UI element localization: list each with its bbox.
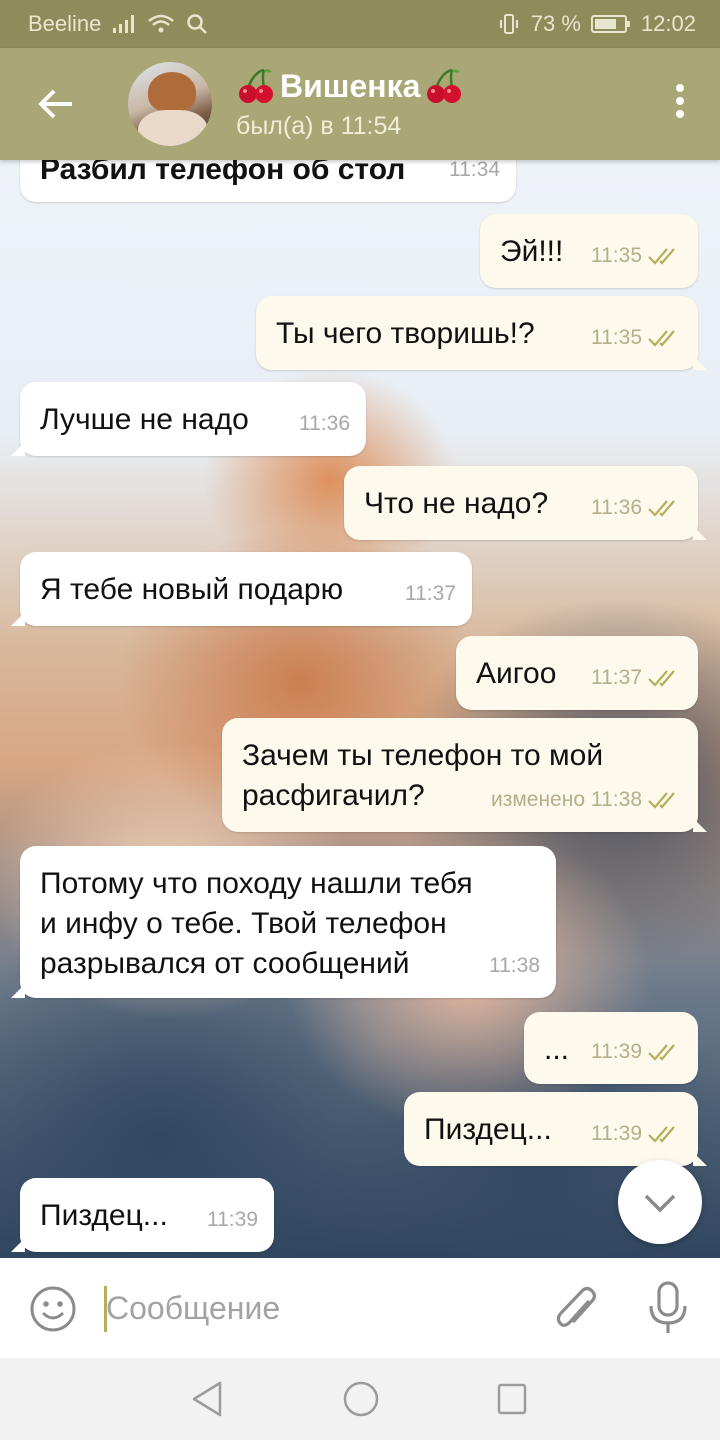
wifi-icon [148, 14, 175, 33]
contact-name: Вишенка [280, 67, 421, 104]
nav-back-icon[interactable] [190, 1380, 226, 1418]
message-outgoing[interactable]: Эй!!! 11:35 [480, 214, 698, 288]
cherry-icon [427, 68, 462, 103]
message-incoming[interactable]: Я тебе новый подарю 11:37 [11, 552, 472, 626]
message-text: Лучше не надо [40, 403, 249, 436]
message-text: Что не надо? [364, 487, 549, 520]
chat-area[interactable]: Разбил телефон об стол 11:34 Эй!!! 11:35… [0, 160, 720, 1258]
message-incoming[interactable]: Лучше не надо 11:36 [11, 382, 366, 456]
message-input[interactable] [106, 1282, 526, 1334]
double-check-icon [648, 670, 675, 687]
vibrate-icon [499, 14, 518, 34]
search-icon [187, 14, 208, 34]
message-time: 11:35 [591, 244, 642, 267]
message-outgoing[interactable]: Пиздец... 11:39 [404, 1092, 707, 1166]
back-arrow-icon[interactable] [30, 78, 82, 130]
battery-icon [590, 15, 630, 33]
message-time: 11:38 [489, 954, 540, 977]
double-check-icon [648, 248, 675, 265]
system-nav-bar [0, 1358, 720, 1440]
message-time: 11:36 [591, 496, 642, 519]
message-text: Пиздец... [424, 1113, 552, 1146]
message-text: Разбил телефон об стол [40, 160, 406, 186]
last-seen-status: был(а) в 11:54 [236, 112, 402, 140]
message-outgoing[interactable]: ... 11:39 [524, 1012, 698, 1084]
contact-info[interactable]: Вишенка был(а) в 11:54 [236, 64, 464, 141]
carrier-label: Beeline [28, 11, 102, 36]
double-check-icon [648, 1126, 675, 1143]
message-text: Потому что походу нашли тебя и инфу о те… [40, 867, 473, 980]
message-text: Ты чего творишь!? [276, 317, 535, 350]
message-time: 11:34 [449, 160, 500, 181]
message-incoming[interactable]: Разбил телефон об стол 11:34 [20, 160, 516, 202]
double-check-icon [648, 792, 675, 809]
message-time: 11:36 [299, 412, 350, 435]
message-time: 11:39 [591, 1040, 642, 1063]
contact-title: Вишенка [236, 64, 464, 108]
message-incoming[interactable]: Потому что походу нашли тебя и инфу о те… [11, 846, 556, 998]
chevron-down-icon [644, 1194, 676, 1213]
scroll-down-button[interactable] [618, 1160, 702, 1244]
double-check-icon [648, 500, 675, 517]
message-text: Пиздец... [40, 1199, 168, 1232]
message-input-bar [0, 1258, 720, 1358]
message-text: Я тебе новый подарю [40, 573, 344, 606]
chat-header: Вишенка был(а) в 11:54 [0, 48, 720, 160]
message-text: ... [544, 1033, 570, 1066]
more-vert-icon[interactable] [670, 84, 690, 124]
paperclip-icon[interactable] [552, 1282, 602, 1336]
message-text: Аигоо [476, 657, 557, 690]
signal-icon [113, 15, 135, 33]
battery-percent: 73 % [530, 11, 581, 36]
nav-home-icon[interactable] [342, 1380, 380, 1418]
message-outgoing[interactable]: Ты чего творишь!? 11:35 [256, 296, 707, 370]
avatar[interactable] [128, 62, 212, 146]
message-incoming[interactable]: Пиздец... 11:39 [11, 1178, 274, 1252]
message-outgoing[interactable]: Что не надо? 11:36 [344, 466, 707, 540]
message-time: 11:39 [591, 1122, 642, 1145]
microphone-icon[interactable] [644, 1280, 692, 1336]
double-check-icon [648, 330, 675, 347]
emoji-icon[interactable] [28, 1284, 78, 1334]
double-check-icon [648, 1044, 675, 1061]
message-outgoing[interactable]: Аигоо 11:37 [456, 636, 698, 710]
message-text: Эй!!! [500, 235, 564, 268]
message-time: 11:37 [405, 582, 456, 605]
message-time: 11:37 [591, 666, 642, 689]
status-bar: Beeline 73 % 12:02 [0, 0, 720, 48]
message-time: 11:39 [207, 1208, 258, 1231]
clock: 12:02 [640, 11, 696, 36]
edited-label: изменено [490, 788, 585, 811]
message-outgoing[interactable]: Зачем ты телефон то мой расфигачил? изме… [222, 718, 707, 832]
message-time: 11:38 [591, 788, 642, 811]
message-time: 11:35 [591, 326, 642, 349]
nav-recent-apps-icon[interactable] [496, 1382, 528, 1416]
cherry-icon [239, 68, 273, 103]
